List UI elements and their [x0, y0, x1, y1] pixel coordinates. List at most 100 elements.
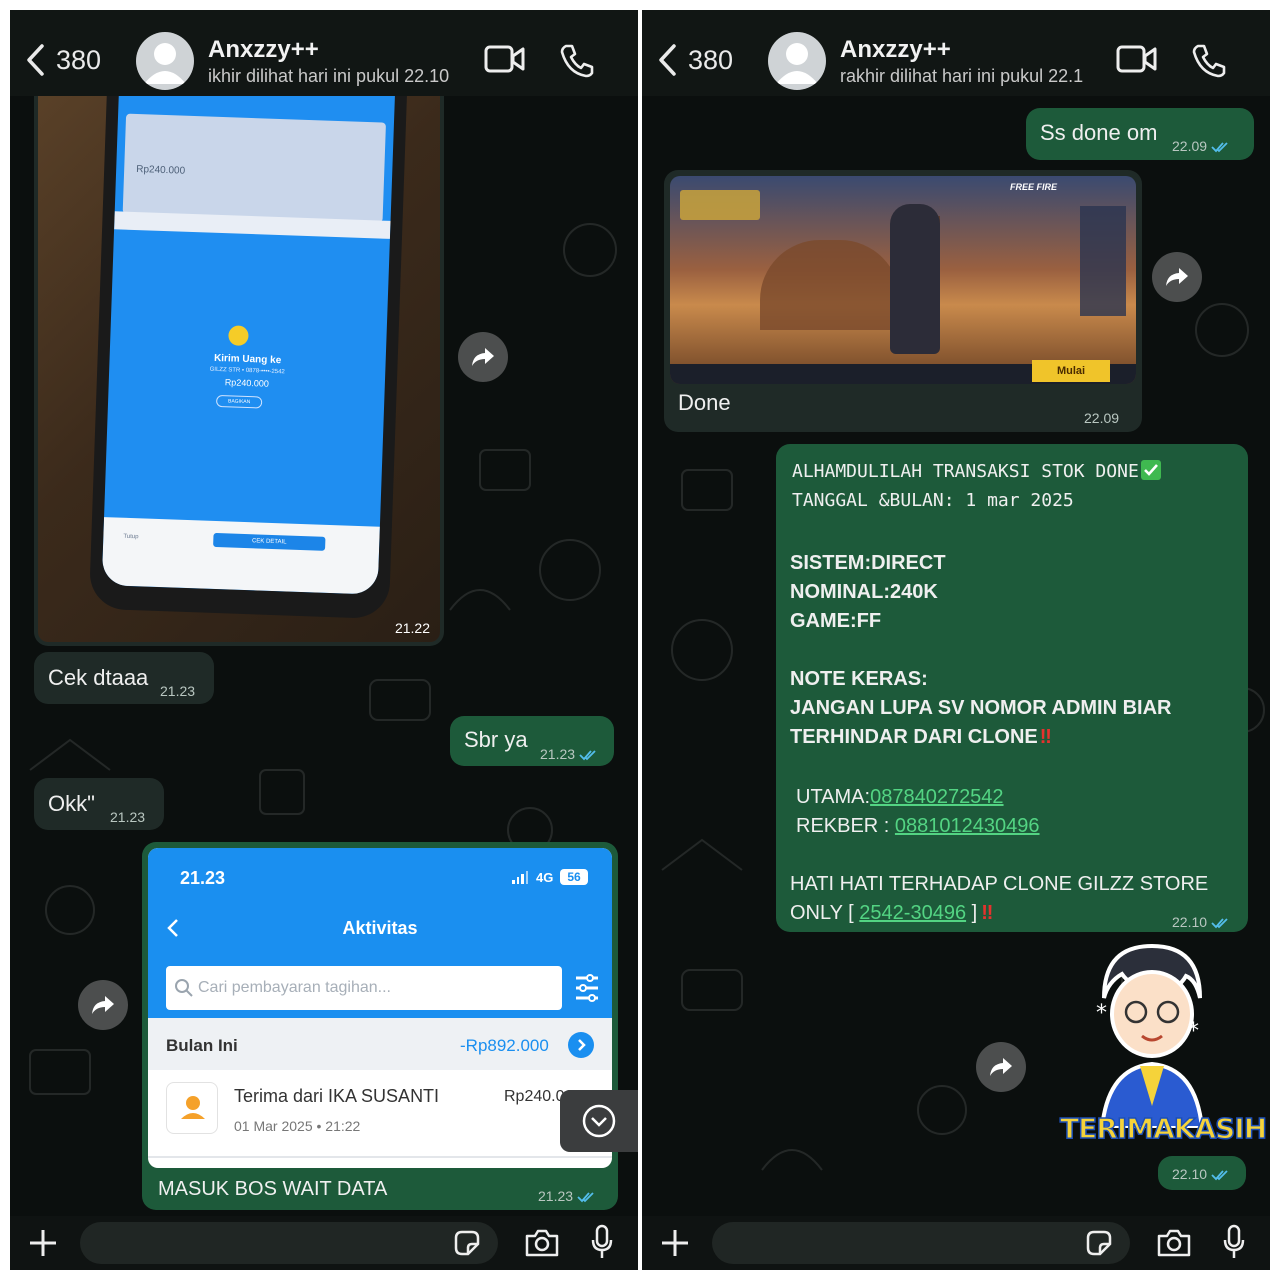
message-timestamp-wrap: 22.10	[1172, 1166, 1229, 1182]
double-check-icon	[577, 1192, 594, 1203]
message-timestamp: 21.23	[540, 746, 576, 762]
avatar[interactable]	[136, 32, 194, 90]
receipt-nominal: NOMINAL:240K	[790, 581, 938, 603]
back-button[interactable]: 380	[656, 40, 746, 80]
month-expand-icon	[568, 1032, 594, 1058]
sticker-message[interactable]: * * TERIMAKASIH	[1059, 938, 1268, 1158]
back-chevron-icon	[27, 44, 44, 76]
forward-button[interactable]	[78, 980, 128, 1030]
rekber-phone-link[interactable]: 0881012430496	[895, 815, 1040, 837]
game-screenshot[interactable]: FREE FIRE Mulai	[670, 176, 1136, 384]
outgoing-message[interactable]: Ss done om 22.09	[1026, 108, 1254, 160]
message-timestamp: 22.10	[1172, 914, 1208, 930]
receipt-note-body-2: TERHINDAR DARI CLONE ‼	[790, 726, 1052, 749]
sticker-icon[interactable]	[1084, 1228, 1114, 1258]
message-text: Sbr ya	[464, 727, 528, 752]
signal-icon	[512, 870, 528, 884]
message-timestamp: 22.10	[1172, 1166, 1208, 1182]
svg-text:*: *	[1188, 1019, 1199, 1044]
photo-image[interactable]: Rp240.000 Kirim Uang ke GILZZ STR • 0878…	[38, 84, 440, 642]
screenshot-message[interactable]: 21.23 4G 56 Aktivitas Cari pembayaran ta…	[142, 842, 618, 1210]
plus-icon[interactable]	[28, 1228, 58, 1258]
message-timestamp-wrap: 21.23	[538, 1188, 595, 1204]
receipt-note-body-1: JANGAN LUPA SV NOMOR ADMIN BIAR	[790, 697, 1172, 719]
message-timestamp-wrap: 22.09	[1172, 138, 1229, 154]
svg-text:*: *	[1096, 1001, 1107, 1026]
message-timestamp: 22.09	[1172, 138, 1208, 154]
receipt-warning-2: ONLY [ 2542-30496 ] ‼	[790, 902, 993, 925]
outgoing-message[interactable]: Sbr ya 21.23	[450, 716, 614, 766]
back-unread-count: 380	[688, 44, 734, 75]
screenshot-image[interactable]: 21.23 4G 56 Aktivitas Cari pembayaran ta…	[148, 848, 612, 1168]
phone-icon[interactable]	[1190, 42, 1226, 78]
forward-button[interactable]	[976, 1042, 1026, 1092]
phone-icon[interactable]	[558, 42, 594, 78]
incoming-message[interactable]: Okk" 21.23	[34, 778, 164, 830]
double-check-icon	[1211, 142, 1228, 153]
phone-amount-top: Rp240.000	[136, 163, 186, 177]
incoming-message[interactable]: Cek dtaaa 21.23	[34, 652, 214, 704]
photo-message[interactable]: Rp240.000 Kirim Uang ke GILZZ STR • 0878…	[34, 80, 444, 646]
filter-icon	[576, 974, 598, 1002]
back-chevron-icon	[659, 44, 676, 76]
video-call-icon[interactable]	[1116, 44, 1158, 74]
message-input[interactable]	[712, 1222, 1130, 1264]
camera-icon[interactable]	[524, 1228, 560, 1258]
video-call-icon[interactable]	[484, 44, 526, 74]
search-icon	[175, 979, 193, 997]
utama-label: UTAMA:	[796, 786, 871, 808]
chat-header: 380 Anxzzy++ ikhir dilihat hari ini puku…	[10, 10, 638, 96]
left-chat-screen: 380 Anxzzy++ ikhir dilihat hari ini puku…	[10, 10, 638, 1270]
right-chat-screen: 380 Anxzzy++ rakhir dilihat hari ini puk…	[642, 10, 1270, 1270]
utama-phone-link[interactable]: 087840272542	[870, 786, 1003, 808]
phone-photo: Rp240.000 Kirim Uang ke GILZZ STR • 0878…	[88, 84, 408, 620]
message-timestamp-wrap: 21.23	[540, 746, 597, 762]
double-check-icon	[1211, 1170, 1228, 1181]
phone-tutup: Tutup	[123, 533, 139, 541]
back-button[interactable]: 380	[24, 40, 114, 80]
sticker-timestamp-bubble: 22.10	[1158, 1156, 1246, 1190]
check-mark-icon	[1140, 460, 1161, 480]
mic-icon[interactable]	[590, 1224, 614, 1260]
scroll-down-button[interactable]	[560, 1090, 638, 1152]
sticker-text: TERIMAKASIH	[1059, 1111, 1268, 1146]
store-code-link[interactable]: 2542-30496	[859, 902, 966, 924]
message-timestamp: 21.23	[538, 1188, 574, 1204]
contact-name[interactable]: Anxzzy++	[840, 36, 951, 64]
sticker-icon[interactable]	[452, 1228, 482, 1258]
receipt-line-1-text: ALHAMDULILAH TRANSAKSI STOK DONE	[792, 461, 1139, 482]
double-exclamation-icon: ‼	[981, 902, 994, 924]
receipt-message[interactable]: ALHAMDULILAH TRANSAKSI STOK DONE TANGGAL…	[776, 444, 1248, 932]
message-timestamp: 21.23	[160, 683, 196, 699]
message-text: Ss done om	[1040, 120, 1158, 145]
avatar[interactable]	[768, 32, 826, 90]
status-time: 21.23	[180, 868, 226, 888]
message-timestamp: 21.23	[110, 809, 146, 825]
plus-icon[interactable]	[660, 1228, 690, 1258]
warning-2-suffix: ]	[966, 902, 978, 924]
month-label: Bulan Ini	[166, 1036, 238, 1055]
message-caption: MASUK BOS WAIT DATA	[158, 1178, 388, 1200]
game-character	[890, 204, 940, 354]
battery-level: 56	[560, 869, 588, 885]
scroll-down-icon	[582, 1104, 616, 1138]
transaction-date: 01 Mar 2025 • 21:22	[234, 1118, 361, 1134]
receipt-warning-1: HATI HATI TERHADAP CLONE GILZZ STORE	[790, 873, 1209, 895]
receipt-note-body-2-text: TERHINDAR DARI CLONE	[790, 726, 1038, 748]
forward-button[interactable]	[1152, 252, 1202, 302]
mic-icon[interactable]	[1222, 1224, 1246, 1260]
image-message[interactable]: FREE FIRE Mulai Done 22.09	[664, 170, 1142, 432]
message-input[interactable]	[80, 1222, 498, 1264]
receipt-line-1: ALHAMDULILAH TRANSAKSI STOK DONE	[792, 460, 1161, 482]
forward-button[interactable]	[458, 332, 508, 382]
rekber-label: REKBER :	[796, 815, 895, 837]
receipt-game: GAME:FF	[790, 610, 882, 632]
contact-name[interactable]: Anxzzy++	[208, 36, 319, 64]
camera-icon[interactable]	[1156, 1228, 1192, 1258]
double-check-icon	[1211, 918, 1228, 929]
receipt-line-2: TANGGAL &BULAN: 1 mar 2025	[792, 490, 1074, 511]
composer-bar	[642, 1216, 1270, 1270]
receipt-note-title: NOTE KERAS:	[790, 668, 928, 690]
receipt-rekber: REKBER : 0881012430496	[796, 815, 1040, 838]
transaction-title: Terima dari IKA SUSANTI	[234, 1086, 440, 1106]
